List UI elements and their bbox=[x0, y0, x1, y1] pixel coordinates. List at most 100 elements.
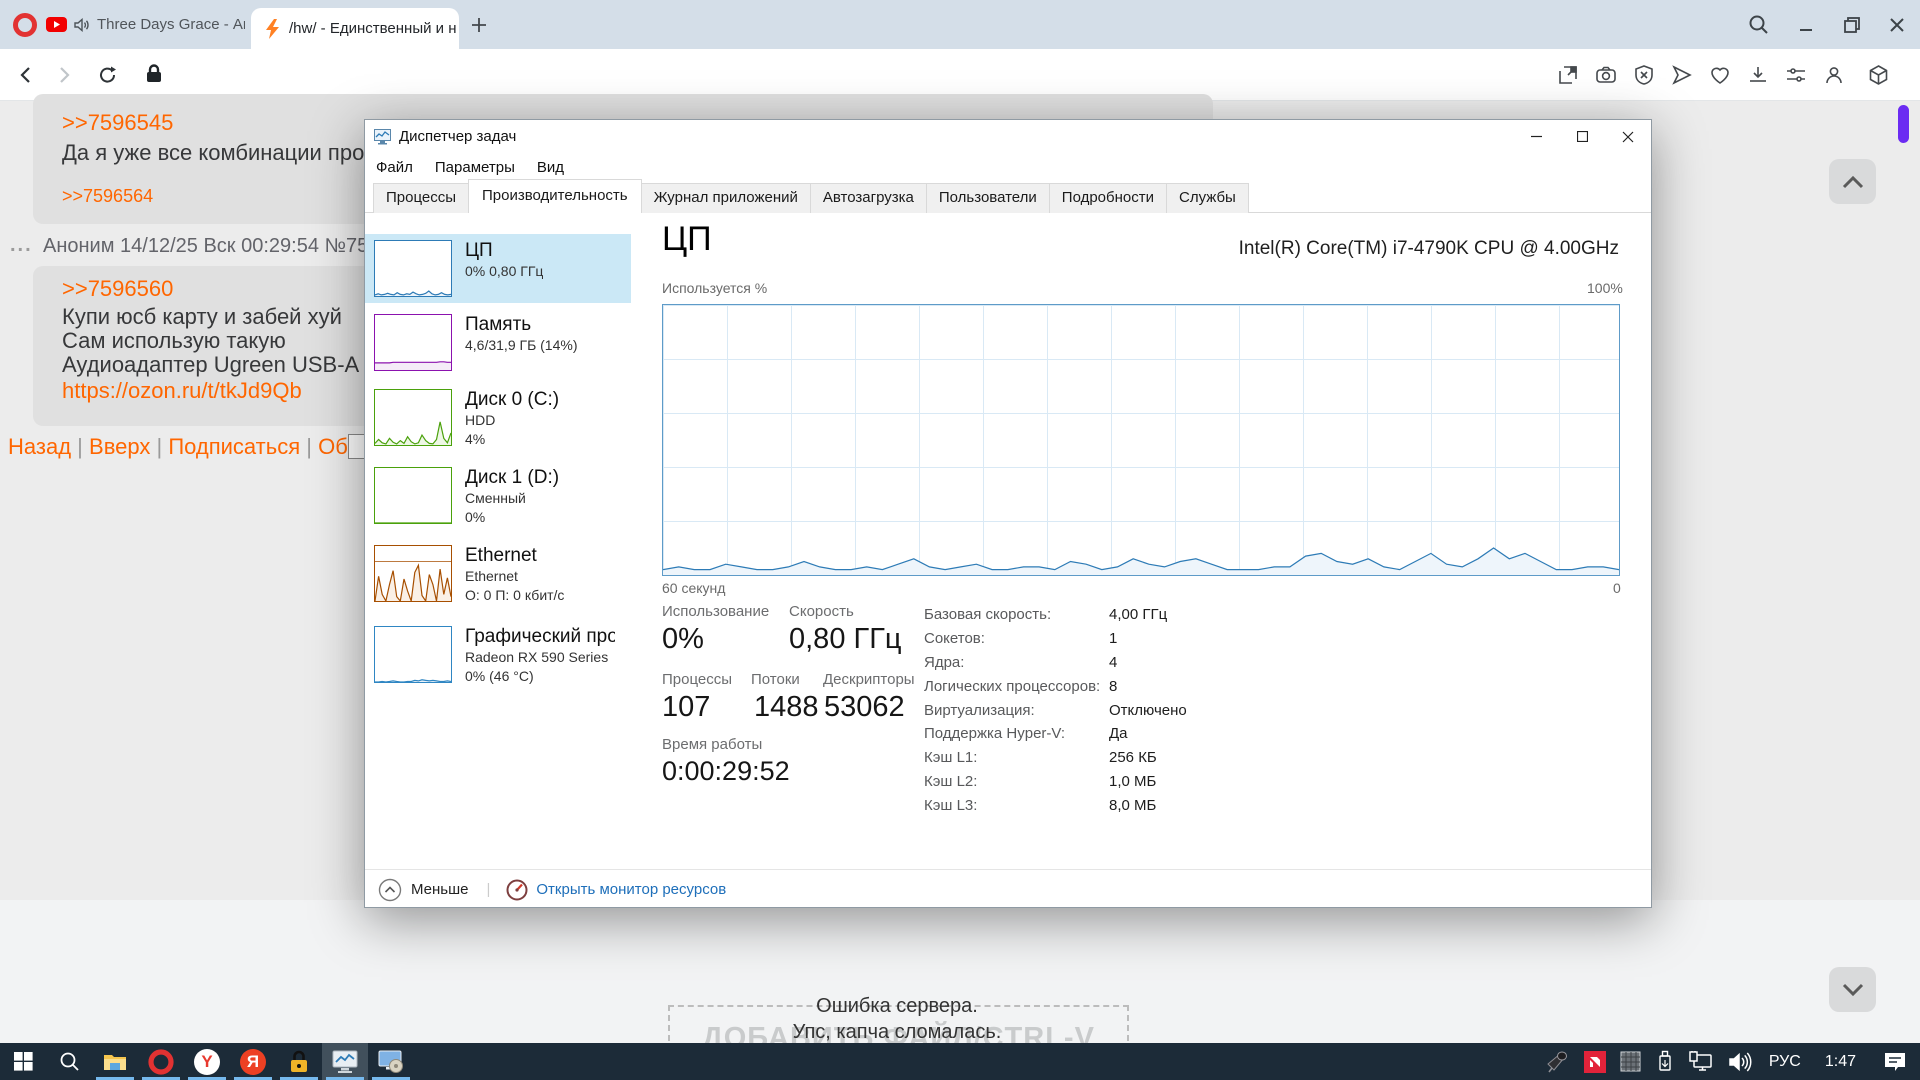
spec-value: 8 bbox=[1109, 678, 1117, 695]
nav-subscribe-link[interactable]: Подписаться bbox=[168, 434, 300, 459]
taskbar-search-icon[interactable] bbox=[46, 1043, 92, 1080]
nav-up-link[interactable]: Вверх bbox=[89, 434, 150, 459]
nav-back-link[interactable]: Назад bbox=[8, 434, 71, 459]
reload-icon[interactable] bbox=[92, 59, 124, 91]
tray-speaker-app-icon[interactable] bbox=[1539, 1043, 1577, 1080]
tray-usb-icon[interactable] bbox=[1648, 1043, 1682, 1080]
snapshot-camera-icon[interactable] bbox=[1590, 59, 1622, 91]
back-icon[interactable] bbox=[10, 59, 42, 91]
disk1-mini-chart bbox=[374, 467, 452, 524]
less-details-button[interactable]: Меньше bbox=[411, 881, 468, 898]
scroll-to-top-button[interactable] bbox=[1829, 159, 1876, 204]
action-center-icon[interactable] bbox=[1870, 1043, 1920, 1080]
tab-users[interactable]: Пользователи bbox=[926, 183, 1050, 213]
easy-setup-sliders-icon[interactable] bbox=[1780, 59, 1812, 91]
threads-value: 1488 bbox=[754, 691, 819, 724]
my-flow-send-icon[interactable] bbox=[1666, 59, 1698, 91]
taskbar-opera-icon[interactable] bbox=[138, 1043, 184, 1080]
sidebar-item-gpu[interactable]: Графический про Radeon RX 590 Series 0% … bbox=[365, 620, 631, 692]
bookmark-heart-icon[interactable] bbox=[1704, 59, 1736, 91]
task-manager-app-icon bbox=[374, 129, 391, 145]
tray-network-icon[interactable] bbox=[1682, 1043, 1721, 1080]
adblock-shield-icon[interactable] bbox=[1628, 59, 1660, 91]
new-tab-button[interactable] bbox=[466, 12, 492, 38]
pin-panel-icon[interactable] bbox=[1552, 59, 1584, 91]
spec-label: Кэш L3: bbox=[924, 797, 1109, 814]
cpu-usage-line bbox=[663, 305, 1619, 575]
taskbar-task-manager-icon[interactable] bbox=[322, 1043, 368, 1080]
forward-icon[interactable] bbox=[48, 59, 80, 91]
chart-xmax-label: 0 bbox=[1613, 580, 1621, 596]
disk0-mini-chart bbox=[374, 389, 452, 446]
tray-clock[interactable]: 1:47 bbox=[1811, 1043, 1870, 1080]
cpu-usage-chart bbox=[662, 304, 1620, 576]
cpu-mini-chart bbox=[374, 240, 452, 297]
extension-cube-icon[interactable] bbox=[1862, 59, 1894, 91]
site-security-lock-icon[interactable] bbox=[140, 60, 168, 88]
post-options-dots[interactable]: ... bbox=[10, 234, 33, 257]
tray-grid-app-icon[interactable] bbox=[1613, 1043, 1648, 1080]
system-tray: РУС 1:47 bbox=[1539, 1043, 1920, 1080]
sidebar-item-disk0[interactable]: Диск 0 (C:) HDD 4% bbox=[365, 383, 631, 455]
browser-tab-2ch[interactable]: /hw/ - Единственный и н bbox=[251, 8, 459, 49]
tray-language-indicator[interactable]: РУС bbox=[1759, 1043, 1811, 1080]
post-text-line: Сам использую такую bbox=[62, 328, 286, 353]
sidebar-item-cpu[interactable]: ЦП 0% 0,80 ГГц bbox=[365, 234, 631, 303]
tray-amd-radeon-icon[interactable] bbox=[1577, 1043, 1613, 1080]
sidebar-item-sub: 4% bbox=[465, 430, 559, 449]
restore-window-icon[interactable] bbox=[1836, 9, 1868, 41]
menu-options[interactable]: Параметры bbox=[424, 159, 526, 176]
spec-label: Сокетов: bbox=[924, 630, 1109, 647]
search-icon[interactable] bbox=[1743, 9, 1775, 41]
taskbar: Y Я bbox=[0, 1043, 1920, 1080]
spec-value: Отключено bbox=[1109, 702, 1187, 719]
tray-volume-icon[interactable] bbox=[1721, 1043, 1759, 1080]
tm-minimize-icon[interactable] bbox=[1513, 121, 1559, 153]
scroll-to-bottom-button[interactable] bbox=[1829, 967, 1876, 1012]
tm-close-icon[interactable] bbox=[1605, 121, 1651, 153]
tab-processes[interactable]: Процессы bbox=[373, 183, 469, 213]
processes-label: Процессы bbox=[662, 671, 732, 688]
cpu-spec-list: Базовая скорость:4,00 ГГц Сокетов:1 Ядра… bbox=[924, 603, 1344, 817]
ethernet-mini-chart bbox=[374, 545, 452, 602]
taskbar-device-manager-icon[interactable] bbox=[368, 1043, 414, 1080]
taskbar-yandex-icon[interactable]: Я bbox=[230, 1043, 276, 1080]
external-link[interactable]: https://ozon.ru/t/tkJd9Qb bbox=[62, 378, 302, 404]
spec-label: Кэш L2: bbox=[924, 773, 1109, 790]
tab-startup[interactable]: Автозагрузка bbox=[810, 183, 927, 213]
sidebar-item-sub: Radeon RX 590 Series bbox=[465, 648, 615, 667]
downloads-icon[interactable] bbox=[1742, 59, 1774, 91]
spec-value: 1,0 МБ bbox=[1109, 773, 1156, 790]
tab-app-history[interactable]: Журнал приложений bbox=[641, 183, 811, 213]
menu-file[interactable]: Файл bbox=[365, 159, 424, 176]
tab-services[interactable]: Службы bbox=[1166, 183, 1249, 213]
profile-icon[interactable] bbox=[1818, 59, 1850, 91]
reply-link[interactable]: >>7596564 bbox=[62, 186, 153, 207]
spec-label: Логических процессоров: bbox=[924, 678, 1109, 695]
spec-value: 1 bbox=[1109, 630, 1117, 647]
sidebar-item-memory[interactable]: Память 4,6/31,9 ГБ (14%) bbox=[365, 308, 631, 377]
quote-link[interactable]: >>7596545 bbox=[62, 110, 173, 136]
spec-value: 4,00 ГГц bbox=[1109, 606, 1167, 623]
quote-link[interactable]: >>7596560 bbox=[62, 276, 173, 302]
open-resource-monitor-link[interactable]: Открыть монитор ресурсов bbox=[536, 881, 726, 898]
close-window-icon[interactable] bbox=[1881, 9, 1913, 41]
sidebar-item-ethernet[interactable]: Ethernet Ethernet О: 0 П: 0 кбит/с bbox=[365, 539, 631, 611]
collapse-circle-chevron-icon[interactable] bbox=[378, 878, 402, 902]
spec-row: Кэш L1:256 КБ bbox=[924, 746, 1344, 770]
start-button[interactable] bbox=[0, 1043, 46, 1080]
minimize-window-icon[interactable] bbox=[1790, 9, 1822, 41]
sidebar-item-disk1[interactable]: Диск 1 (D:) Сменный 0% bbox=[365, 461, 631, 533]
taskbar-file-explorer-icon[interactable] bbox=[92, 1043, 138, 1080]
tm-maximize-icon[interactable] bbox=[1559, 121, 1605, 153]
taskbar-padlock-app-icon[interactable] bbox=[276, 1043, 322, 1080]
tab-performance[interactable]: Производительность bbox=[468, 179, 642, 213]
taskbar-yandex-browser-icon[interactable]: Y bbox=[184, 1043, 230, 1080]
menu-view[interactable]: Вид bbox=[526, 159, 575, 176]
speed-value: 0,80 ГГц bbox=[789, 623, 902, 656]
opera-logo-icon[interactable] bbox=[13, 13, 37, 42]
tab-audio-speaker-icon[interactable] bbox=[74, 18, 90, 32]
tm-title-bar[interactable]: Диспетчер задач bbox=[365, 120, 1651, 153]
browser-tab-youtube[interactable]: Three Days Grace - Ан bbox=[40, 0, 245, 49]
tab-details[interactable]: Подробности bbox=[1049, 183, 1167, 213]
